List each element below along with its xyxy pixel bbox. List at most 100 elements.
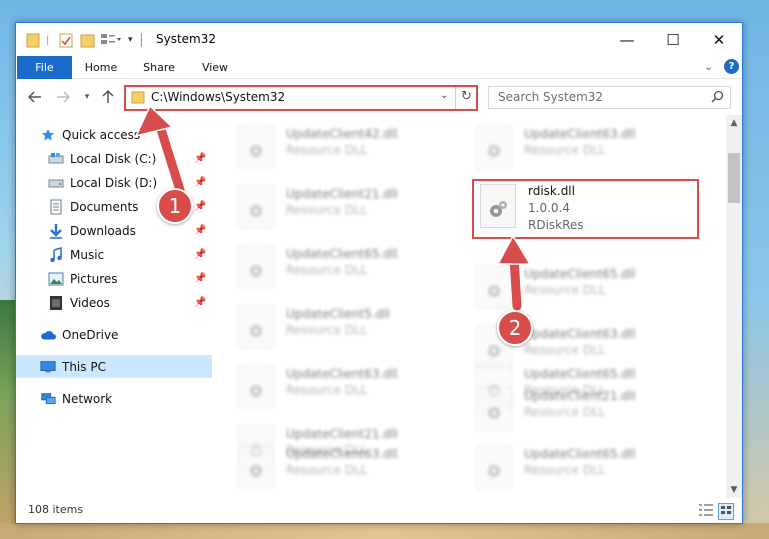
file-name: UpdateClient65.dll <box>524 447 636 461</box>
file-item[interactable]: UpdateClient5.dll Resource DLL <box>238 303 458 359</box>
pin-icon: 📌 <box>194 153 207 164</box>
up-button[interactable] <box>99 88 117 106</box>
sidebar-item-pictures[interactable]: Pictures 📌 <box>16 267 212 290</box>
drive-icon <box>48 151 64 167</box>
sidebar-item-music[interactable]: Music 📌 <box>16 243 212 266</box>
sidebar-item-label: Music <box>70 247 105 262</box>
sidebar-item-videos[interactable]: Videos 📌 <box>16 291 212 314</box>
step-marker-2: 2 <box>497 310 533 346</box>
file-type: Resource DLL <box>286 263 368 277</box>
address-bar[interactable]: C:\Windows\System32 ⌄ ↻ <box>124 85 478 111</box>
dll-file-icon <box>238 445 274 489</box>
drive-icon <box>48 175 64 191</box>
file-item[interactable]: UpdateClient65.dll Resource DLL <box>238 243 458 299</box>
videos-icon <box>48 295 64 311</box>
customize-toolbar-icon[interactable] <box>100 31 122 49</box>
sidebar-item-this-pc[interactable]: This PC <box>16 355 212 378</box>
tab-view[interactable]: View <box>192 56 238 79</box>
refresh-icon[interactable]: ↻ <box>461 89 472 104</box>
scroll-down-icon[interactable]: ▼ <box>726 482 742 498</box>
file-item[interactable]: UpdateClient63.dll Resource DLL <box>238 443 458 498</box>
help-icon[interactable]: ? <box>724 59 739 74</box>
sidebar-item-label: This PC <box>62 359 106 374</box>
file-name: UpdateClient42.dll <box>286 127 398 141</box>
file-type: Resource DLL <box>286 143 368 157</box>
sidebar-item-downloads[interactable]: Downloads 📌 <box>16 219 212 242</box>
sidebar-item-network[interactable]: Network <box>16 387 212 410</box>
dll-file-icon <box>238 305 274 349</box>
sidebar-item-label: Local Disk (C:) <box>70 151 157 166</box>
music-icon <box>48 246 64 263</box>
sidebar-item-label: Videos <box>70 295 110 310</box>
large-icons-view-icon[interactable] <box>718 503 734 520</box>
file-item[interactable]: UpdateClient42.dll Resource DLL <box>238 123 458 179</box>
minimize-button[interactable]: — <box>604 23 650 56</box>
address-folder-icon <box>131 90 145 107</box>
file-type: Resource DLL <box>286 463 368 477</box>
back-button[interactable] <box>26 88 44 106</box>
file-name: UpdateClient63.dll <box>524 327 636 341</box>
file-type: Resource DLL <box>524 283 606 297</box>
file-item[interactable]: UpdateClient63.dll Resource DLL <box>476 123 696 179</box>
pin-icon: 📌 <box>194 273 207 284</box>
pin-icon: 📌 <box>194 297 207 308</box>
file-item[interactable]: UpdateClient65.dll Resource DLL <box>476 443 696 498</box>
dll-file-icon <box>476 387 512 431</box>
properties-icon[interactable] <box>58 31 74 49</box>
recent-locations-icon[interactable]: ▾ <box>78 88 96 106</box>
search-icon[interactable] <box>711 90 724 106</box>
minimize-icon: — <box>619 30 635 49</box>
details-view-icon[interactable] <box>698 503 714 520</box>
tab-share[interactable]: Share <box>136 56 182 79</box>
sidebar-item-label: Downloads <box>70 223 136 238</box>
sidebar-item-label: OneDrive <box>62 327 119 342</box>
window-title: System32 <box>156 32 217 46</box>
dll-file-icon <box>238 185 274 229</box>
address-dropdown-icon[interactable]: ⌄ <box>440 90 448 101</box>
dll-file-icon <box>238 125 274 169</box>
vertical-scrollbar[interactable]: ▲ ▼ <box>726 115 742 498</box>
file-list: UpdateClient42.dll Resource DLL UpdateCl… <box>212 115 726 498</box>
sidebar-item-local-disk-c[interactable]: Local Disk (C:) 📌 <box>16 147 212 170</box>
file-type: Resource DLL <box>524 463 606 477</box>
file-name: UpdateClient21.dll <box>286 427 398 441</box>
desktop-background-left <box>0 300 16 539</box>
expand-ribbon-icon[interactable]: ⌄ <box>704 60 713 73</box>
file-type: Resource DLL <box>524 143 606 157</box>
dll-file-icon <box>476 125 512 169</box>
search-input[interactable]: Search System32 <box>488 86 731 109</box>
forward-button[interactable] <box>54 88 72 106</box>
ribbon-tabs: File Home Share View ⌄ ? <box>16 56 742 79</box>
file-name: UpdateClient21.dll <box>286 187 398 201</box>
folder-icon <box>26 31 40 49</box>
close-button[interactable]: ✕ <box>696 23 742 56</box>
sidebar-item-label: Quick access <box>62 127 141 142</box>
sidebar-item-quick-access[interactable]: Quick access <box>16 123 212 146</box>
title-separator <box>141 33 142 47</box>
desktop-background-bottom <box>0 523 769 539</box>
status-bar: 108 items <box>16 498 742 523</box>
star-icon <box>40 127 56 143</box>
navigation-bar: ▾ C:\Windows\System32 ⌄ ↻ Search System3… <box>16 79 742 115</box>
maximize-button[interactable]: ☐ <box>650 23 696 56</box>
file-item[interactable]: UpdateClient21.dll Resource DLL <box>476 385 696 441</box>
dll-file-icon <box>476 265 512 309</box>
step-marker-1: 1 <box>157 188 193 224</box>
pin-icon: 📌 <box>194 177 207 188</box>
file-highlight-box <box>472 179 699 239</box>
tab-file[interactable]: File <box>17 56 72 79</box>
file-item[interactable]: UpdateClient63.dll Resource DLL <box>238 363 458 419</box>
scroll-up-icon[interactable]: ▲ <box>726 115 742 131</box>
pictures-icon <box>48 271 64 287</box>
sidebar-item-onedrive[interactable]: OneDrive <box>16 323 212 346</box>
this-pc-icon <box>40 359 56 375</box>
new-folder-icon[interactable] <box>80 31 96 49</box>
quick-access-dropdown-icon[interactable]: ▾ <box>128 31 133 49</box>
network-icon <box>40 391 56 407</box>
file-name: UpdateClient63.dll <box>524 127 636 141</box>
tab-home[interactable]: Home <box>78 56 124 79</box>
pin-icon: 📌 <box>194 249 207 260</box>
file-item[interactable]: UpdateClient21.dll Resource DLL <box>238 183 458 239</box>
onedrive-icon <box>40 327 56 343</box>
scroll-thumb[interactable] <box>728 153 740 203</box>
